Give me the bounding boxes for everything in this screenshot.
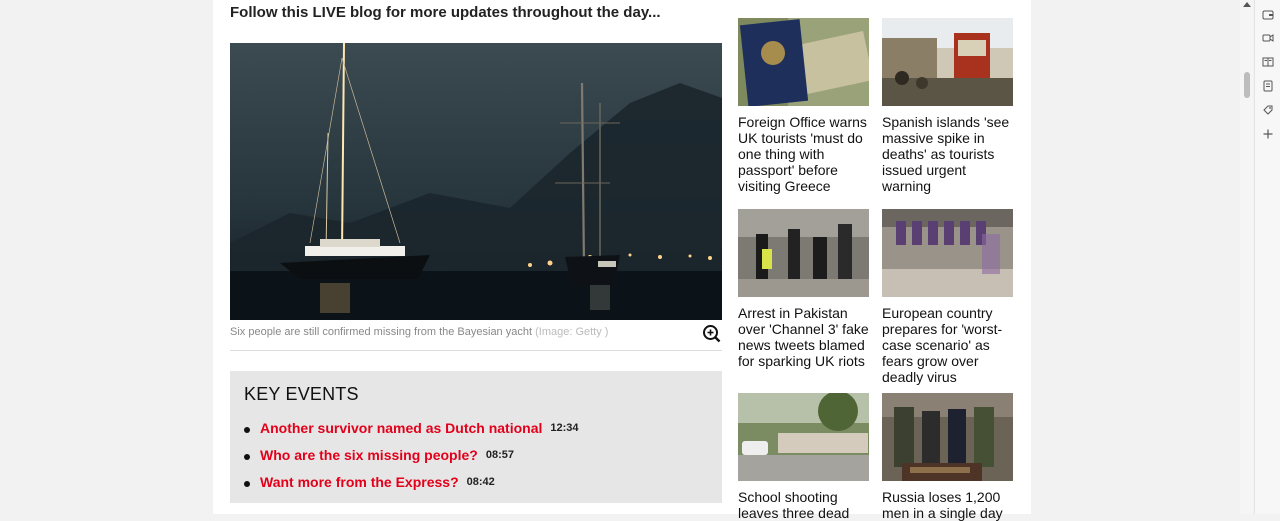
shopping-icon[interactable] [1262,103,1274,115]
related-story-title[interactable]: Spanish islands 'see massive spike in de… [882,114,1014,194]
browser-sidebar [1254,0,1280,514]
related-story-card[interactable]: Arrest in Pakistan over 'Channel 3' fake… [738,209,870,369]
key-event-time: 08:42 [466,475,495,488]
tram-thumbnail[interactable] [882,18,1013,106]
wallet-icon[interactable] [1262,8,1274,20]
bullet-icon [244,480,250,487]
key-events-heading: KEY EVENTS [244,384,359,404]
related-story-card[interactable]: Russia loses 1,200 men in a single day [882,393,1014,521]
hero-image-yacht[interactable] [230,43,722,320]
related-story-card[interactable]: European country prepares for 'worst-cas… [882,209,1014,385]
scroll-up-arrow-icon[interactable] [1243,2,1251,7]
key-events-list: Another survivor named as Dutch national… [244,414,579,495]
article-lead: Follow this LIVE blog for more updates t… [230,4,661,21]
riot-thumbnail[interactable] [738,209,869,297]
key-events-box: KEY EVENTS Another survivor named as Dut… [230,371,722,503]
caption-divider [230,350,722,351]
video-icon[interactable] [1262,31,1274,43]
key-event-item: Who are the six missing people? 08:57 [244,441,579,468]
image-caption: Six people are still confirmed missing f… [230,326,722,338]
related-story-card[interactable]: School shooting leaves three dead [738,393,870,521]
related-story-title[interactable]: Arrest in Pakistan over 'Channel 3' fake… [738,305,870,369]
related-story-title[interactable]: Russia loses 1,200 men in a single day [882,489,1014,521]
key-event-item: Another survivor named as Dutch national… [244,414,579,441]
test-tubes-thumbnail[interactable] [882,209,1013,297]
key-event-time: 08:57 [485,448,514,461]
passport-thumbnail[interactable] [738,18,869,106]
zoom-in-icon[interactable] [702,324,721,343]
key-event-item: Want more from the Express? 08:42 [244,468,579,495]
related-story-title[interactable]: Foreign Office warns UK tourists 'must d… [738,114,870,194]
key-event-link[interactable]: Another survivor named as Dutch national [260,420,542,436]
key-event-link[interactable]: Want more from the Express? [260,474,459,490]
image-credit: (Image: Getty ) [535,326,609,338]
street-thumbnail[interactable] [738,393,869,481]
caption-text: Six people are still confirmed missing f… [230,326,533,338]
military-thumbnail[interactable] [882,393,1013,481]
related-story-card[interactable]: Foreign Office warns UK tourists 'must d… [738,18,870,194]
related-story-title[interactable]: School shooting leaves three dead [738,489,870,521]
related-story-card[interactable]: Spanish islands 'see massive spike in de… [882,18,1014,194]
related-story-title[interactable]: European country prepares for 'worst-cas… [882,305,1014,385]
bullet-icon [244,426,250,433]
key-event-time: 12:34 [550,421,579,434]
reader-icon[interactable] [1262,55,1274,67]
scrollbar-thumb[interactable] [1244,72,1250,98]
bullet-icon [244,453,250,460]
add-icon[interactable] [1262,127,1274,139]
collections-icon[interactable] [1262,79,1274,92]
key-event-link[interactable]: Who are the six missing people? [260,447,478,463]
scrollbar[interactable] [1240,0,1253,514]
